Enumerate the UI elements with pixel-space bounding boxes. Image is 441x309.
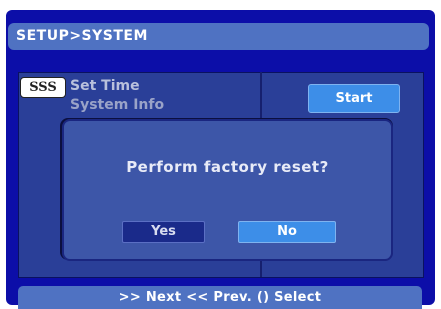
- start-button[interactable]: Start: [308, 84, 400, 113]
- system-icon: SSS: [20, 77, 66, 98]
- menu-item-set-time[interactable]: Set Time: [70, 78, 140, 94]
- osd-screen: SETUP>SYSTEM SSS Set Time System Info St…: [0, 0, 441, 309]
- system-icon-label: SSS: [29, 80, 57, 95]
- dialog-message: Perform factory reset?: [126, 158, 329, 176]
- navigation-hint-bar: >> Next << Prev. () Select: [18, 286, 422, 309]
- breadcrumb: SETUP>SYSTEM: [8, 23, 429, 50]
- menu-item-system-info[interactable]: System Info: [70, 97, 164, 114]
- factory-reset-dialog: [62, 119, 393, 261]
- no-button[interactable]: No: [238, 221, 336, 243]
- yes-button[interactable]: Yes: [122, 221, 205, 243]
